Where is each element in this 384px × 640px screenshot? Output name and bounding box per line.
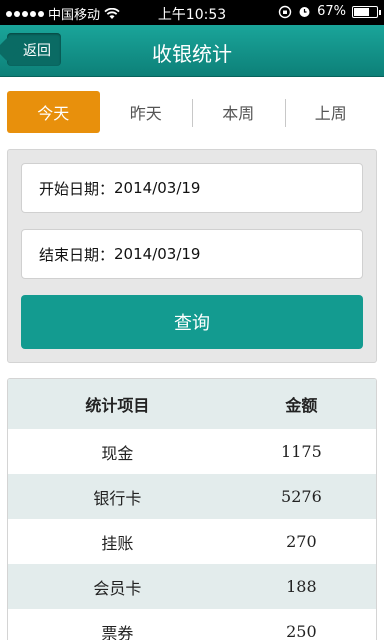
item-cell: 票券 (101, 623, 134, 640)
tab-yesterday[interactable]: 昨天 (100, 91, 193, 133)
tab-today[interactable]: 今天 (7, 91, 100, 133)
battery-level (354, 7, 369, 16)
end-date-label: 结束日期： (39, 245, 115, 264)
amount-cell: 270 (286, 532, 317, 551)
nav-bar: 返回 收银统计 (0, 25, 384, 77)
item-cell: 挂账 (101, 533, 134, 553)
amount-cell: 250 (286, 622, 317, 640)
end-date-value: 2014/03/19 (114, 245, 201, 263)
table-row: 挂账 270 (8, 519, 376, 564)
item-cell: 会员卡 (93, 578, 142, 598)
stats-table: 统计项目 金额 现金 1175 银行卡 5276 挂账 270 会员卡 188 … (7, 378, 377, 640)
start-date-label: 开始日期： (39, 179, 115, 198)
tab-last-week[interactable]: 上周 (284, 91, 378, 133)
column-header-amount: 金额 (285, 396, 318, 415)
amount-cell: 5276 (281, 487, 322, 506)
back-button-label: 返回 (23, 42, 51, 59)
query-button[interactable]: 查询 (21, 295, 363, 349)
rotation-lock-icon (278, 5, 292, 18)
battery-percent: 67% (317, 4, 346, 19)
date-range-tabs: 今天 昨天 本周 上周 (7, 91, 377, 133)
amount-cell: 1175 (281, 442, 322, 461)
battery-icon (352, 5, 381, 18)
page-title: 收银统计 (152, 42, 232, 66)
table-row: 票券 250 (8, 609, 376, 640)
table-row: 会员卡 188 (8, 564, 376, 609)
amount-cell: 188 (286, 577, 317, 596)
query-panel: 开始日期： 2014/03/19 结束日期： 2014/03/19 查询 (7, 149, 377, 363)
table-row: 银行卡 5276 (8, 474, 376, 519)
alarm-icon (299, 7, 310, 17)
table-header-row: 统计项目 金额 (8, 379, 376, 429)
status-right: 67% (278, 4, 381, 19)
status-bar: 中国移动 上午10:53 67% (0, 0, 384, 25)
start-date-value: 2014/03/19 (114, 179, 201, 197)
end-date-field[interactable]: 结束日期： 2014/03/19 (21, 229, 363, 279)
item-cell: 现金 (101, 443, 134, 463)
tab-this-week[interactable]: 本周 (192, 91, 285, 133)
table-row: 现金 1175 (8, 429, 376, 474)
column-header-item: 统计项目 (85, 396, 150, 415)
item-cell: 银行卡 (93, 488, 142, 508)
start-date-field[interactable]: 开始日期： 2014/03/19 (21, 163, 363, 213)
